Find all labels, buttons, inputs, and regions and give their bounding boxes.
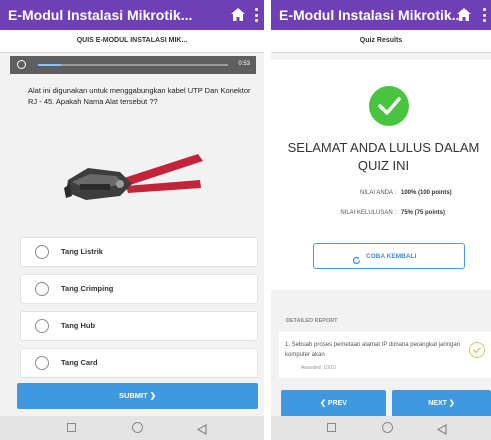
home-icon[interactable] <box>456 7 472 22</box>
report-item-text: 1. Sebuah proses pemetaan alamat IP dima… <box>285 342 461 358</box>
app-bar: E-Modul Instalasi Mikrotik... <box>0 0 264 30</box>
retry-label: COBA KEMBALI <box>366 253 417 260</box>
quiz-subheader: QUIS E-MODUL INSTALASI MIK... <box>0 30 264 53</box>
option-label: Tang Crimping <box>61 284 114 293</box>
android-nav-bar <box>271 416 491 440</box>
home-nav-icon[interactable] <box>132 422 143 433</box>
app-bar: E-Modul Instalasi Mikrotik... <box>271 0 491 30</box>
stopwatch-icon <box>17 60 26 69</box>
radio-button[interactable] <box>35 356 49 370</box>
timer-progress <box>38 64 61 66</box>
timer-bar: 0:53 <box>10 56 256 74</box>
refresh-icon <box>352 252 361 265</box>
timer-value: 0:53 <box>238 61 250 67</box>
timer-track <box>38 64 228 66</box>
report-awarded: Awarded: 10/10 <box>301 365 336 371</box>
answer-option[interactable]: Tang Listrik <box>20 237 258 267</box>
radio-button[interactable] <box>35 245 49 259</box>
option-label: Tang Card <box>61 358 98 367</box>
report-item[interactable]: 1. Sebuah proses pemetaan alamat IP dima… <box>279 332 491 378</box>
more-menu-icon[interactable] <box>482 8 486 22</box>
quiz-question-screen: E-Modul Instalasi Mikrotik... QUIS E-MOD… <box>0 0 264 440</box>
recent-apps-icon[interactable] <box>67 423 76 432</box>
home-nav-icon[interactable] <box>382 422 393 433</box>
success-check-icon <box>369 86 409 126</box>
home-icon[interactable] <box>230 7 246 22</box>
answer-option[interactable]: Tang Card <box>20 348 258 378</box>
back-icon[interactable] <box>436 422 447 436</box>
android-nav-bar <box>0 416 264 440</box>
recent-apps-icon[interactable] <box>327 423 336 432</box>
question-text: Alat ini digunakan untuk menggabungkan k… <box>28 86 251 106</box>
quiz-results-screen: E-Modul Instalasi Mikrotik... Quiz Resul… <box>271 0 491 440</box>
score-label: NILAI ANDA : <box>359 190 396 196</box>
retry-button[interactable]: COBA KEMBALI <box>313 243 465 269</box>
next-button[interactable]: NEXT ❯ <box>392 390 491 418</box>
crimping-tool-image <box>60 140 210 220</box>
results-subheader: Quiz Results <box>271 30 491 53</box>
answer-option[interactable]: Tang Crimping <box>20 274 258 304</box>
submit-button[interactable]: SUBMIT ❯ <box>17 383 258 409</box>
app-title: E-Modul Instalasi Mikrotik... <box>8 7 193 23</box>
passing-value: 75% (75 points) <box>401 210 446 216</box>
result-title: SELAMAT ANDA LULUS DALAM QUIZ INI <box>287 140 480 173</box>
screenshot-canvas: E-Modul Instalasi Mikrotik... QUIS E-MOD… <box>0 0 491 440</box>
app-title: E-Modul Instalasi Mikrotik... <box>279 7 464 23</box>
check-circle-icon <box>469 342 485 358</box>
back-icon[interactable] <box>196 422 207 436</box>
more-menu-icon[interactable] <box>254 8 258 22</box>
report-title: DETAILED REPORT <box>286 318 338 324</box>
option-label: Tang Hub <box>61 321 96 330</box>
radio-button[interactable] <box>35 319 49 333</box>
score-value: 100% (100 points) <box>401 190 452 196</box>
option-label: Tang Listrik <box>61 247 103 256</box>
passing-label: NILAI KELULUSAN : <box>340 210 396 216</box>
prev-button[interactable]: ❮ PREV <box>281 390 386 418</box>
answer-option[interactable]: Tang Hub <box>20 311 258 341</box>
radio-button[interactable] <box>35 282 49 296</box>
